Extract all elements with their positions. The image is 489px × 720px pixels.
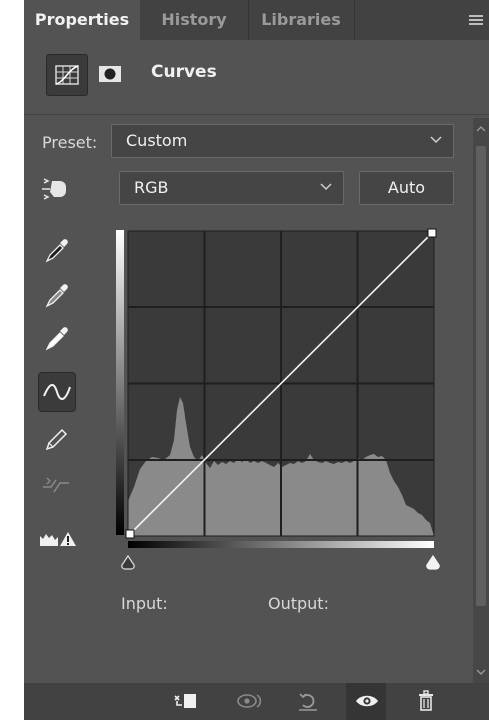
- properties-panel: Properties History Libraries Curves Pres…: [24, 0, 489, 720]
- clipping-warning-icon[interactable]: [38, 522, 82, 558]
- scroll-up-icon[interactable]: [473, 120, 489, 138]
- tab-history[interactable]: History: [140, 0, 249, 40]
- tab-properties[interactable]: Properties: [24, 0, 140, 40]
- channel-value: RGB: [134, 178, 169, 197]
- view-previous-state-icon[interactable]: [227, 683, 267, 720]
- auto-button[interactable]: Auto: [359, 171, 454, 205]
- header-divider: [24, 114, 489, 115]
- curve-graph[interactable]: [114, 225, 444, 585]
- gray-point-eyedropper-icon[interactable]: [38, 277, 74, 313]
- smooth-curve-icon[interactable]: [38, 466, 74, 502]
- left-white-margin: [0, 0, 24, 720]
- adjustment-title: Curves: [151, 62, 217, 82]
- toggle-visibility-icon[interactable]: [346, 683, 386, 720]
- chevron-down-icon: [320, 183, 332, 191]
- scroll-down-icon[interactable]: [473, 663, 489, 681]
- clip-to-layer-icon[interactable]: [164, 683, 204, 720]
- curve-point-white[interactable]: [427, 228, 437, 238]
- edit-points-curve-icon[interactable]: [38, 372, 76, 412]
- curves-adjustment-icon[interactable]: [46, 54, 88, 96]
- output-gradient-bar: [116, 230, 124, 535]
- preset-label: Preset:: [42, 133, 98, 152]
- scrollbar-thumb[interactable]: [476, 146, 486, 606]
- channel-select[interactable]: RGB: [119, 171, 344, 205]
- tab-libraries[interactable]: Libraries: [248, 0, 355, 40]
- preset-value: Custom: [126, 131, 188, 150]
- black-point-slider[interactable]: [121, 554, 135, 570]
- draw-pencil-icon[interactable]: [38, 421, 74, 457]
- white-point-slider[interactable]: [426, 554, 440, 570]
- panel-bottom-bar: [24, 683, 489, 720]
- white-point-eyedropper-icon[interactable]: [38, 320, 74, 356]
- preset-select[interactable]: Custom: [111, 124, 454, 158]
- input-gradient-bar: [128, 541, 434, 548]
- curve-point-black[interactable]: [125, 529, 135, 539]
- panel-menu-icon[interactable]: [469, 15, 483, 25]
- chevron-down-icon: [430, 136, 442, 144]
- output-label: Output:: [268, 594, 329, 613]
- input-label: Input:: [121, 594, 168, 613]
- on-image-adjustment-icon[interactable]: [38, 170, 74, 206]
- delete-adjustment-icon[interactable]: [406, 683, 446, 720]
- reset-defaults-icon[interactable]: [287, 683, 327, 720]
- panel-tab-bar: Properties History Libraries: [24, 0, 489, 40]
- black-point-eyedropper-icon[interactable]: [38, 232, 74, 268]
- layer-mask-icon[interactable]: [90, 54, 132, 96]
- panel-scrollbar[interactable]: [473, 118, 489, 683]
